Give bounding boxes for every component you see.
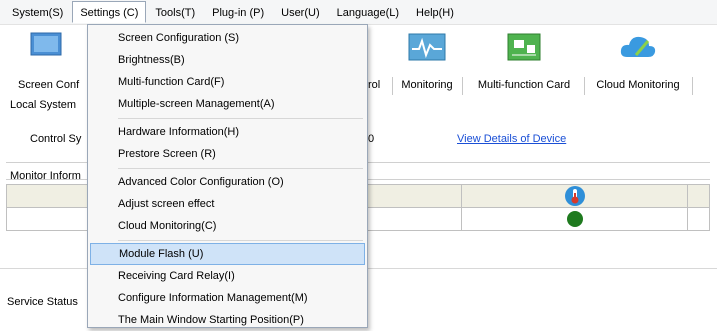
view-details-link[interactable]: View Details of Device: [457, 133, 566, 145]
service-status-label: Service Status: [7, 296, 78, 308]
menu-item-module-flash[interactable]: Module Flash (U): [90, 243, 365, 265]
toolbar-separator: [584, 77, 585, 95]
circuit-board-icon: [507, 33, 541, 61]
cloud-monitoring-tool[interactable]: Cloud Monitoring: [586, 25, 690, 97]
menu-separator: [118, 118, 363, 119]
menu-tools[interactable]: Tools(T): [147, 1, 203, 23]
table-cell: [687, 184, 710, 208]
monitoring-label: Monitoring: [401, 79, 453, 91]
menu-help[interactable]: Help(H): [408, 1, 462, 23]
control-tool[interactable]: rol: [366, 25, 390, 97]
monitor-info-title: Monitor Inform: [10, 170, 81, 182]
menu-item-receiving-card-relay[interactable]: Receiving Card Relay(I): [90, 265, 365, 287]
menu-item-prestore-screen[interactable]: Prestore Screen (R): [90, 143, 365, 165]
menu-item-adjust-screen-effect[interactable]: Adjust screen effect: [90, 193, 365, 215]
table-cell: [687, 207, 710, 231]
temperature-icon: [564, 186, 585, 206]
toolbar-separator: [692, 77, 693, 95]
settings-dropdown-menu: Screen Configuration (S) Brightness(B) Mul…: [87, 24, 368, 328]
menu-system[interactable]: System(S): [4, 1, 71, 23]
multifunction-card-label: Multi-function Card: [477, 79, 571, 91]
menu-settings[interactable]: Settings (C): [72, 1, 147, 23]
screen-config-tool[interactable]: Screen Conf: [2, 25, 88, 97]
menu-separator: [118, 240, 363, 241]
monitoring-icon: [408, 33, 446, 61]
device-count: 0: [368, 133, 375, 145]
toolbar-separator: [462, 77, 463, 95]
monitoring-tool[interactable]: Monitoring: [394, 25, 460, 97]
toolbar-separator: [392, 77, 393, 95]
cloud-monitoring-label: Cloud Monitoring: [596, 79, 680, 91]
table-cell: [461, 184, 688, 208]
screen-config-icon: [30, 32, 62, 56]
table-cell: [461, 207, 688, 231]
menu-item-screen-configuration[interactable]: Screen Configuration (S): [90, 27, 365, 49]
control-system-label: Control Sy: [30, 133, 82, 145]
screen-config-label: Screen Conf: [18, 79, 80, 91]
menu-language[interactable]: Language(L): [329, 1, 407, 23]
menu-item-hardware-information[interactable]: Hardware Information(H): [90, 121, 365, 143]
menu-bar: System(S) Settings (C) Tools(T) Plug-in …: [0, 0, 717, 25]
menu-item-brightness[interactable]: Brightness(B): [90, 49, 365, 71]
menu-item-main-window-starting-position[interactable]: The Main Window Starting Position(P): [90, 309, 365, 331]
control-label: rol: [368, 79, 381, 91]
multifunction-card-tool[interactable]: Multi-function Card: [466, 25, 582, 97]
table-cell: [6, 207, 89, 231]
menu-item-multiple-screen-management[interactable]: Multiple-screen Management(A): [90, 93, 365, 115]
menu-plugin[interactable]: Plug-in (P): [204, 1, 272, 23]
menu-user[interactable]: User(U): [273, 1, 328, 23]
menu-item-configure-information-management[interactable]: Configure Information Management(M): [90, 287, 365, 309]
menu-separator: [118, 168, 363, 169]
menu-item-cloud-monitoring[interactable]: Cloud Monitoring(C): [90, 215, 365, 237]
status-indicator-icon: [566, 211, 583, 227]
table-cell: [6, 184, 89, 208]
menu-item-advanced-color-configuration[interactable]: Advanced Color Configuration (O): [90, 171, 365, 193]
cloud-icon: [620, 36, 656, 57]
menu-item-multi-function-card[interactable]: Multi-function Card(F): [90, 71, 365, 93]
